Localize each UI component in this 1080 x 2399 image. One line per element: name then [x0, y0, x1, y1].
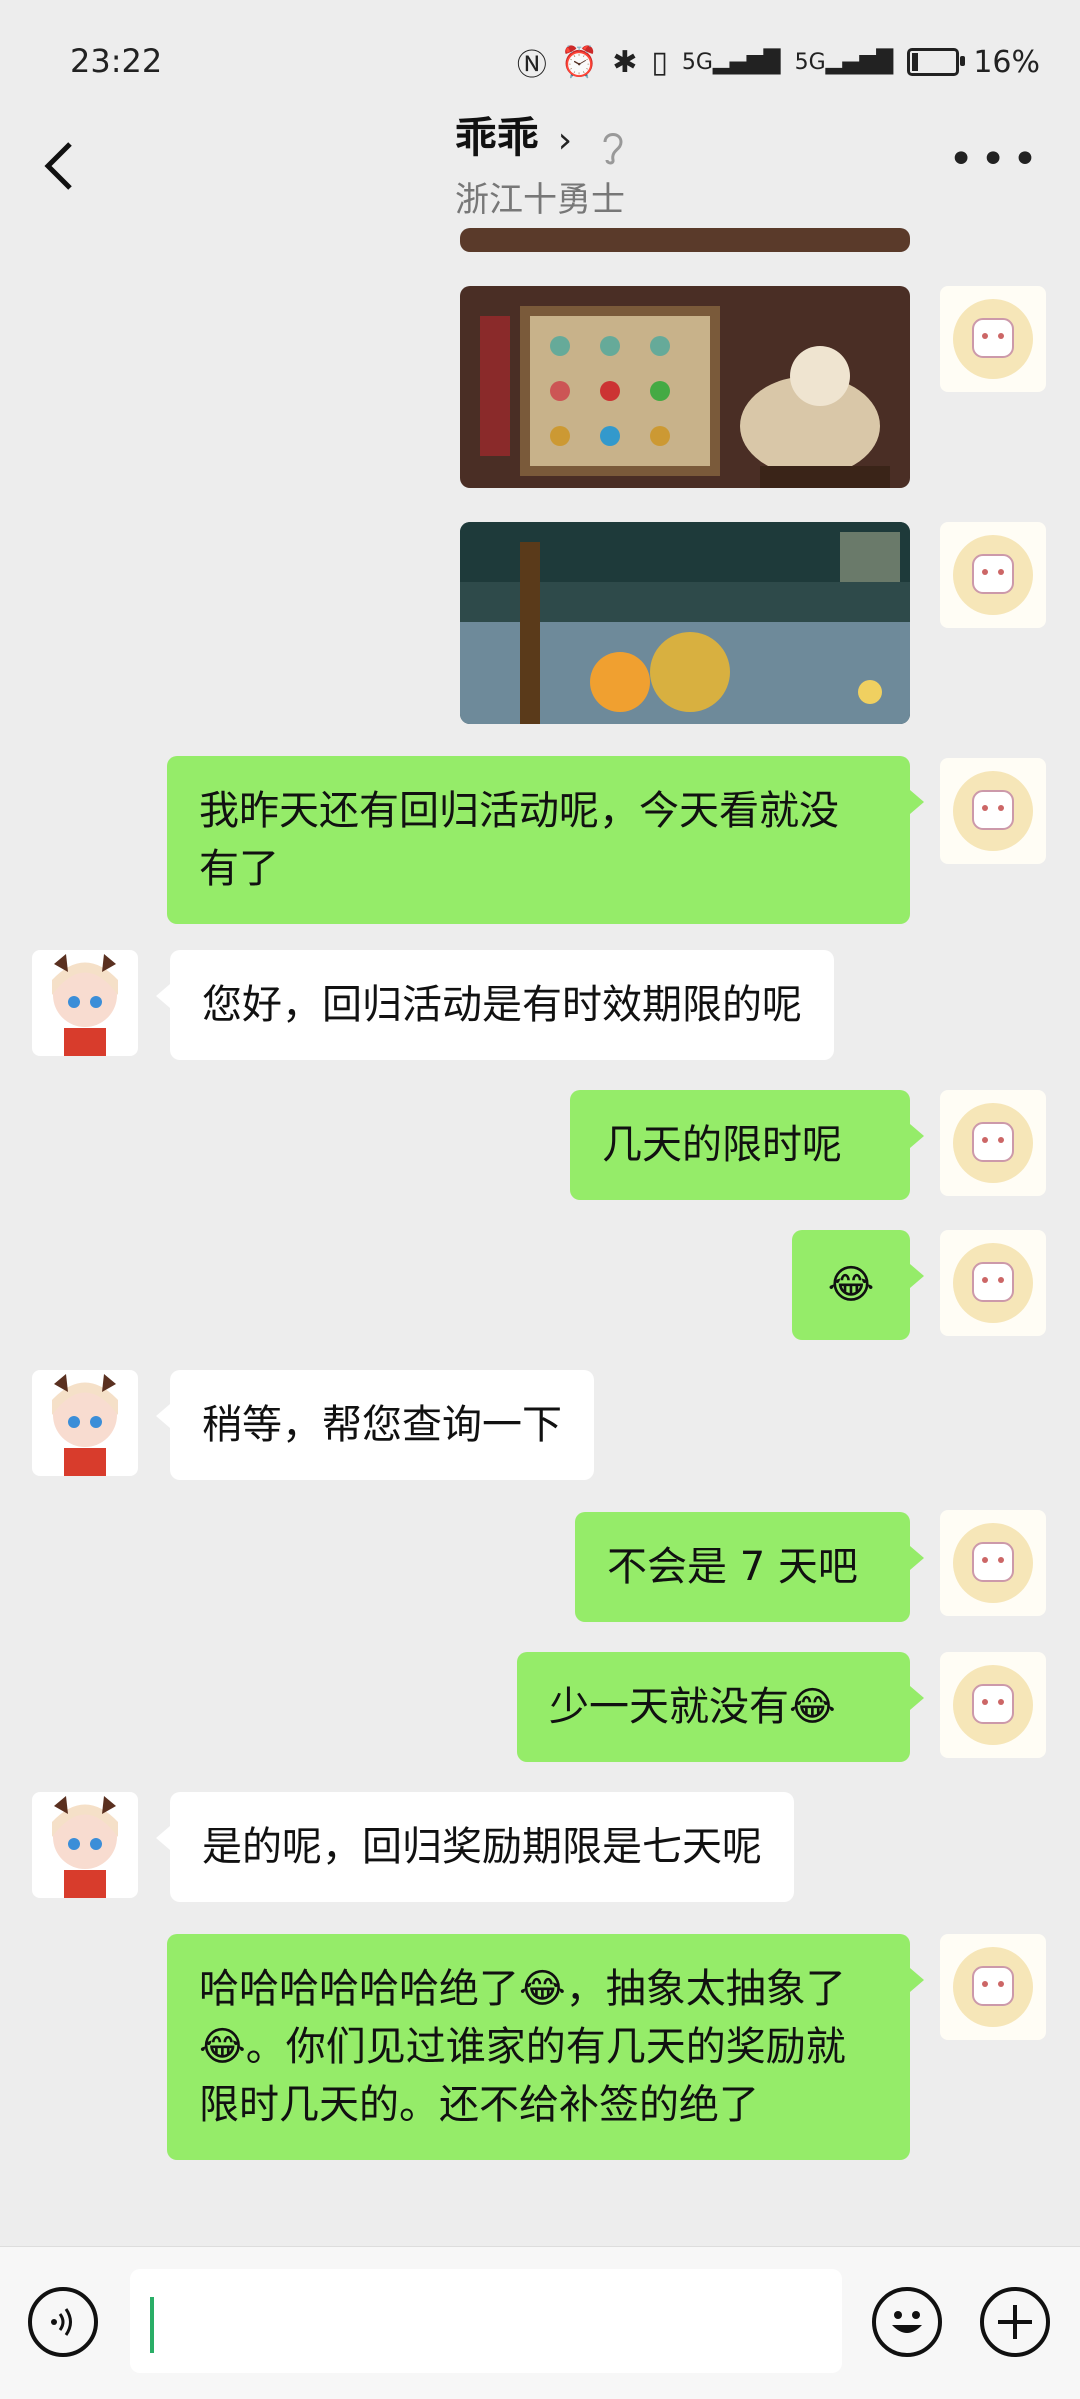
message-bubble-me[interactable]: 少一天就没有😂 — [517, 1652, 924, 1762]
message-bubble-them[interactable]: 稍等，帮您查询一下 — [156, 1370, 594, 1480]
avatar[interactable] — [940, 1934, 1046, 2040]
plus-icon[interactable] — [980, 2287, 1050, 2357]
text-caret — [150, 2297, 154, 2353]
message-bubble-me[interactable]: 😂 — [792, 1230, 924, 1340]
nfc-icon: Ⓝ — [516, 48, 547, 83]
chat-subtitle: 浙江十勇士 — [455, 180, 625, 220]
avatar[interactable] — [940, 1510, 1046, 1616]
status-icons: Ⓝ ⏰ ✱ ▯ 5G▂▄▆█ 5G▂▄▆█ 16% — [517, 40, 1040, 84]
message-bubble-me[interactable]: 几天的限时呢 — [570, 1090, 924, 1200]
avatar[interactable] — [940, 1230, 1046, 1336]
image-message-partial[interactable] — [460, 228, 910, 252]
chat-title: 乖乖 — [454, 113, 539, 162]
image-message[interactable] — [460, 522, 910, 724]
avatar[interactable] — [940, 758, 1046, 864]
alarm-icon: ⏰ — [560, 44, 599, 80]
bluetooth-icon: ✱ — [612, 44, 638, 80]
voice-icon[interactable] — [28, 2287, 98, 2357]
battery-percent: 16% — [973, 44, 1040, 80]
avatar[interactable] — [940, 522, 1046, 628]
ear-icon — [603, 132, 623, 164]
signal-icon-1: 5G▂▄▆█ — [681, 49, 781, 75]
message-bubble-them[interactable]: 是的呢，回归奖励期限是七天呢 — [156, 1792, 794, 1902]
message-bubble-me[interactable]: 我昨天还有回归活动呢，今天看就没有了 — [167, 756, 924, 924]
emoji-icon[interactable] — [872, 2287, 942, 2357]
avatar[interactable] — [32, 950, 138, 1056]
avatar[interactable] — [940, 1652, 1046, 1758]
game-battle-image — [460, 522, 910, 724]
chevron-right-icon: › — [557, 120, 573, 161]
input-bar — [0, 2246, 1080, 2399]
avatar[interactable] — [940, 1090, 1046, 1196]
battery-icon — [907, 48, 966, 76]
vibrate-icon: ▯ — [651, 44, 668, 80]
message-bubble-me[interactable]: 哈哈哈哈哈哈绝了😂，抽象太抽象了😂。你们见过谁家的有几天的奖励就限时几天的。还不… — [167, 1934, 924, 2160]
game-shop-image — [460, 286, 910, 488]
avatar[interactable] — [940, 286, 1046, 392]
status-time: 23:22 — [70, 42, 163, 80]
message-input[interactable] — [130, 2269, 842, 2373]
title-row[interactable]: 乖乖 › — [0, 104, 1080, 166]
avatar[interactable] — [32, 1370, 138, 1476]
avatar[interactable] — [32, 1792, 138, 1898]
chat-header: 乖乖 › 浙江十勇士 ••• — [0, 100, 1080, 228]
signal-icon-2: 5G▂▄▆█ — [794, 49, 894, 75]
message-bubble-them[interactable]: 您好，回归活动是有时效期限的呢 — [156, 950, 834, 1060]
message-bubble-me[interactable]: 不会是 7 天吧 — [575, 1512, 924, 1622]
image-message[interactable] — [460, 286, 910, 488]
more-icon[interactable]: ••• — [948, 138, 1044, 182]
